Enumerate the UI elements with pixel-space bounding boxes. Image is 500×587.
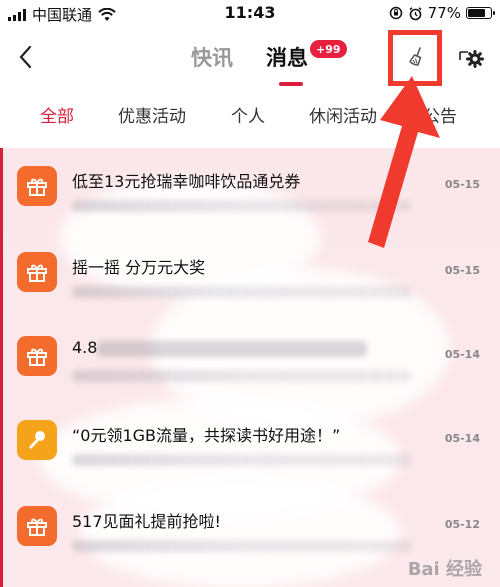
message-list: 低至13元抢瑞幸咖啡饮品通兑券 05-15 摇一摇 分万元大奖 05-15 4. <box>0 148 500 587</box>
battery-percent: 77% <box>427 4 461 22</box>
blurred-preview <box>72 200 412 212</box>
blurred-preview <box>72 286 412 298</box>
gear-icon <box>459 50 484 68</box>
chevron-left-icon <box>19 45 32 69</box>
category-promotions[interactable]: 优惠活动 <box>118 102 186 127</box>
nav-bar: 快讯 消息 +99 <box>0 28 500 88</box>
message-date: 05-15 <box>444 264 480 277</box>
back-button[interactable] <box>10 40 40 74</box>
message-date: 05-12 <box>444 518 480 531</box>
orientation-lock-icon <box>389 6 402 20</box>
battery-icon <box>466 7 495 19</box>
list-item[interactable]: 4.8 05-14 <box>0 318 500 404</box>
message-title: 低至13元抢瑞幸咖啡饮品通兑券 <box>72 172 301 191</box>
watermark: Bai 经验 <box>407 559 482 580</box>
unread-badge: +99 <box>310 40 347 58</box>
blurred-preview <box>72 540 412 552</box>
list-item[interactable]: 低至13元抢瑞幸咖啡饮品通兑券 05-15 <box>0 148 500 234</box>
message-title: “0元领1GB流量，共探读书好用途！” <box>72 426 341 445</box>
category-announcements[interactable]: 公告 <box>423 102 457 127</box>
tab-messages-indicator <box>279 82 303 86</box>
message-title: 517见面礼提前抢啦! <box>72 512 221 531</box>
battery-fill <box>468 9 485 17</box>
list-item[interactable]: 摇一摇 分万元大奖 05-15 <box>0 234 500 320</box>
category-all[interactable]: 全部 <box>40 102 74 127</box>
gift-icon <box>17 336 57 376</box>
message-date: 05-14 <box>444 348 480 361</box>
message-title-visible: 4.8 <box>72 338 98 357</box>
settings-button[interactable] <box>456 44 488 72</box>
category-tabs: 全部 优惠活动 个人 休闲活动 公告 <box>0 96 500 132</box>
message-title: 摇一摇 分万元大奖 <box>72 258 206 277</box>
broom-icon <box>409 47 422 66</box>
blurred-preview <box>72 370 412 382</box>
clear-messages-button[interactable] <box>400 42 434 72</box>
gift-icon <box>17 166 57 206</box>
category-personal[interactable]: 个人 <box>231 102 265 127</box>
blurred-title <box>97 340 368 357</box>
gift-icon <box>17 252 57 292</box>
message-date: 05-14 <box>444 432 480 445</box>
tab-flash[interactable]: 快讯 <box>191 42 233 72</box>
message-date: 05-15 <box>444 178 480 191</box>
message-title: 4.8 <box>72 338 368 357</box>
category-leisure[interactable]: 休闲活动 <box>309 102 377 127</box>
tab-messages[interactable]: 消息 <box>266 42 308 72</box>
status-bar: 中国联通 11:43 77% <box>0 0 500 28</box>
alarm-icon <box>409 6 422 20</box>
blurred-preview <box>72 454 412 466</box>
gift-icon <box>17 506 57 546</box>
microphone-icon <box>17 420 57 460</box>
status-right: 77% <box>389 4 495 22</box>
list-item[interactable]: “0元领1GB流量，共探读书好用途！” 05-14 <box>0 402 500 488</box>
